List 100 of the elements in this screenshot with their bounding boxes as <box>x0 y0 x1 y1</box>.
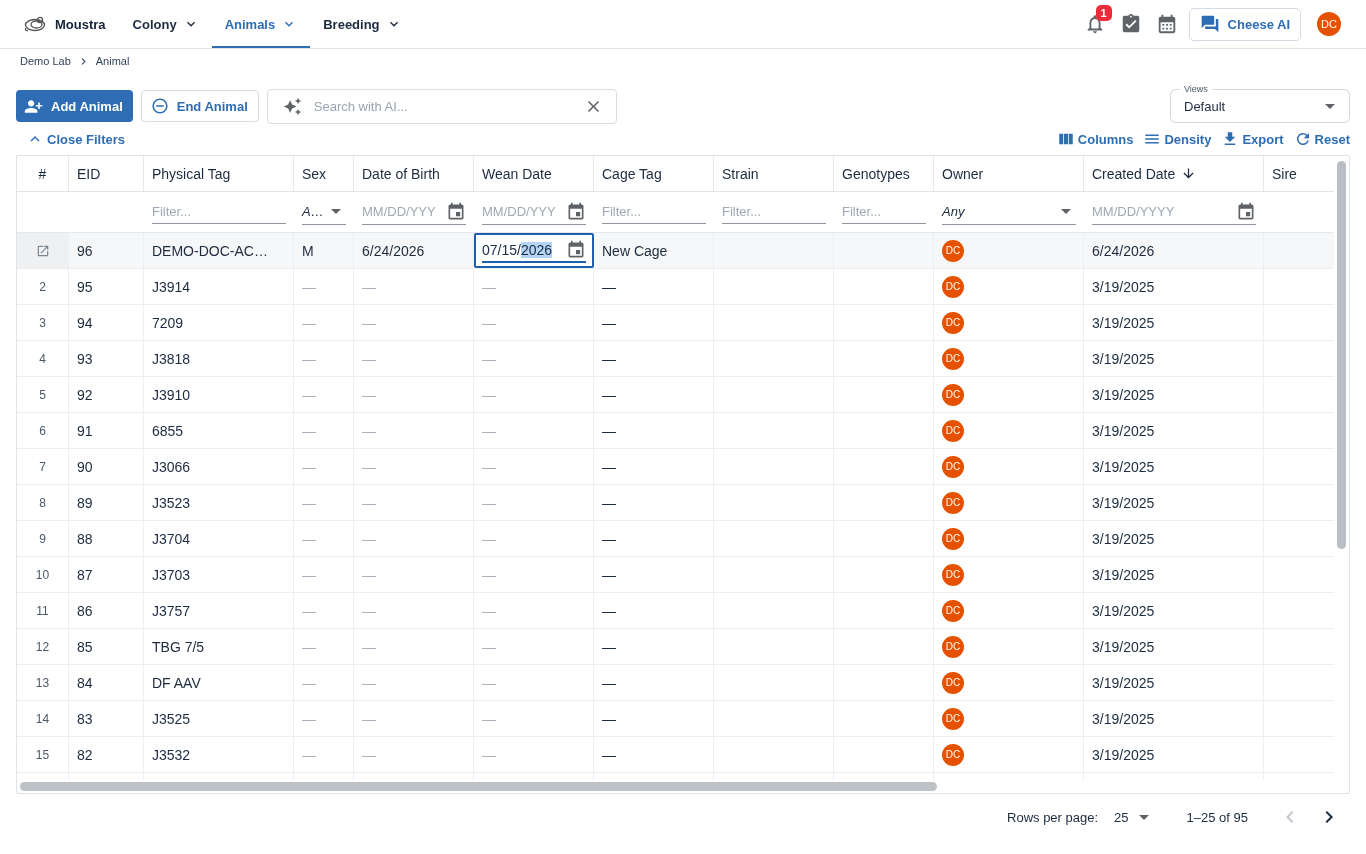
table-row[interactable]: 13 84 DF AAV — — — — DC 3/19/2025 <box>17 665 1334 701</box>
table-row[interactable]: 3 94 7209 — — — — DC 3/19/2025 <box>17 305 1334 341</box>
table-cell: — <box>354 701 474 736</box>
column-header[interactable]: Strain <box>714 156 834 191</box>
filter-field[interactable]: Filter... <box>602 200 706 224</box>
table-cell: TBG 7/5 <box>144 629 294 664</box>
grid-action-button[interactable]: Density <box>1143 130 1212 148</box>
column-header[interactable]: Cage Tag <box>594 156 714 191</box>
table-row[interactable]: 6 91 6855 — — — — DC 3/19/2025 <box>17 413 1334 449</box>
table-cell: — <box>474 413 594 448</box>
table-row[interactable]: 14 83 J3525 — — — — DC 3/19/2025 <box>17 701 1334 737</box>
table-cell: J3914 <box>144 269 294 304</box>
calendar-icon[interactable] <box>1236 201 1256 222</box>
grid-action-button[interactable]: Reset <box>1293 130 1350 148</box>
table-cell: — <box>354 377 474 412</box>
search-field[interactable]: Search with AI... <box>266 88 617 124</box>
row-number: 13 <box>17 665 69 700</box>
grid-action-button[interactable]: Columns <box>1056 130 1134 148</box>
nav-tab[interactable]: Colony <box>119 0 212 48</box>
table-row[interactable]: 8 89 J3523 — — — — DC 3/19/2025 <box>17 485 1334 521</box>
column-header[interactable]: Created Date <box>1084 156 1264 191</box>
date-input-field[interactable]: 07/15/2026 <box>482 238 586 263</box>
vertical-scrollbar[interactable] <box>1337 161 1346 549</box>
table-row[interactable]: 15 82 J3532 — — — — DC 3/19/2025 <box>17 737 1334 773</box>
table-row[interactable]: 4 93 J3818 — — — — DC 3/19/2025 <box>17 341 1334 377</box>
row-number: 12 <box>17 629 69 664</box>
nav-tab[interactable]: Breeding <box>310 0 415 48</box>
owner-avatar: DC <box>942 347 964 370</box>
add-animal-button[interactable]: Add Animal <box>16 90 133 122</box>
calendar-icon[interactable] <box>446 201 466 222</box>
date-filter-field[interactable]: MM/DD/YYYY <box>1092 200 1234 223</box>
calendar-icon[interactable] <box>566 201 586 222</box>
table-cell: — <box>294 665 354 700</box>
table-cell: — <box>294 521 354 556</box>
table-row[interactable]: 7 90 J3066 — — — — DC 3/19/2025 <box>17 449 1334 485</box>
horizontal-scrollbar[interactable] <box>20 782 937 791</box>
table-cell: — <box>294 377 354 412</box>
row-number: 8 <box>17 485 69 520</box>
table-cell: 94 <box>69 305 144 340</box>
dropdown-caret-icon <box>1138 814 1149 820</box>
table-cell: — <box>474 341 594 376</box>
filter-field[interactable]: Filter... <box>722 200 826 224</box>
table-cell: 3/19/2025 <box>1084 665 1264 700</box>
table-cell: — <box>474 701 594 736</box>
table-cell: — <box>594 629 714 664</box>
table-cell: — <box>594 593 714 628</box>
table-cell: — <box>294 701 354 736</box>
owner-avatar: DC <box>942 311 964 334</box>
table-cell: — <box>594 557 714 592</box>
table-row[interactable]: 10 87 J3703 — — — — DC 3/19/2025 <box>17 557 1334 593</box>
date-filter-field[interactable]: MM/DD/YYY <box>362 200 444 223</box>
user-avatar[interactable]: DC <box>1317 12 1341 36</box>
filter-field[interactable]: Filter... <box>152 200 286 224</box>
views-label: Views <box>1180 83 1212 95</box>
table-cell: 82 <box>69 737 144 772</box>
chat-button[interactable]: Cheese AI <box>1188 7 1301 41</box>
table-cell: — <box>354 593 474 628</box>
table-cell: 92 <box>69 377 144 412</box>
breadcrumb-link[interactable]: Demo Lab <box>20 55 71 67</box>
column-header[interactable]: Owner <box>934 156 1084 191</box>
table-cell: DEMO-DOC-AC… <box>144 233 294 268</box>
owner-avatar: DC <box>942 599 964 622</box>
table-cell: 7209 <box>144 305 294 340</box>
column-header[interactable]: Genotypes <box>834 156 934 191</box>
column-header[interactable]: EID <box>69 156 144 191</box>
table-cell: — <box>594 521 714 556</box>
table-cell: — <box>354 665 474 700</box>
table-row[interactable]: 2 95 J3914 — — — — DC 3/19/2025 <box>17 269 1334 305</box>
rows-per-page-select[interactable]: 25 <box>1114 809 1149 825</box>
table-cell: — <box>594 665 714 700</box>
calendar-icon[interactable] <box>566 239 586 260</box>
filter-field[interactable]: Filter... <box>842 200 926 224</box>
table-cell: — <box>354 269 474 304</box>
table-row[interactable]: 96 DEMO-DOC-AC… M 6/24/2026 07/15/2026 New Cage DC 6/24/2026 <box>17 233 1334 269</box>
owner-avatar: DC <box>942 563 964 586</box>
filter-select[interactable]: Any <box>942 199 1076 225</box>
grid-action-button[interactable]: Export <box>1221 130 1284 148</box>
table-cell: 83 <box>69 701 144 736</box>
owner-avatar: DC <box>942 383 964 406</box>
table-row[interactable]: 11 86 J3757 — — — — DC 3/19/2025 <box>17 593 1334 629</box>
column-header[interactable]: # <box>17 156 69 191</box>
filter-select[interactable]: A… <box>302 199 346 225</box>
table-cell: 3/19/2025 <box>1084 521 1264 556</box>
column-header[interactable]: Physical Tag <box>144 156 294 191</box>
close-filters-button[interactable]: Close Filters <box>26 130 126 148</box>
date-filter-field[interactable]: MM/DD/YYY <box>482 200 564 223</box>
table-cell: — <box>474 377 594 412</box>
end-animal-button[interactable]: End Animal <box>140 90 259 122</box>
open-in-new-icon[interactable] <box>35 243 50 258</box>
active-cell[interactable]: 07/15/2026 <box>474 233 594 268</box>
table-cell: — <box>354 629 474 664</box>
table-row[interactable]: 9 88 J3704 — — — — DC 3/19/2025 <box>17 521 1334 557</box>
table-row[interactable]: 12 85 TBG 7/5 — — — — DC 3/19/2025 <box>17 629 1334 665</box>
nav-tab[interactable]: Animals <box>211 0 311 48</box>
owner-avatar: DC <box>942 707 964 730</box>
column-header[interactable]: Wean Date <box>474 156 594 191</box>
table-row[interactable]: 5 92 J3910 — — — — DC 3/19/2025 <box>17 377 1334 413</box>
owner-avatar: DC <box>942 743 964 766</box>
column-header[interactable]: Sex <box>294 156 354 191</box>
column-header[interactable]: Date of Birth <box>354 156 474 191</box>
